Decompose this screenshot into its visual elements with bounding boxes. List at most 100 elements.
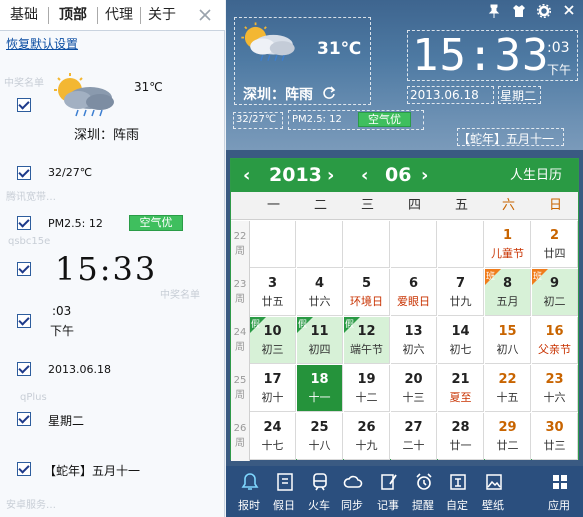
widget-lunar: 【蛇年】五月十一 bbox=[458, 132, 555, 146]
day-cell[interactable]: 22 十五 bbox=[485, 365, 531, 412]
date-label: 2013.06.18 bbox=[48, 363, 111, 376]
lunar-date-label: 十五 bbox=[496, 391, 519, 404]
day-cell[interactable]: 27 二十 bbox=[391, 413, 437, 460]
day-cell[interactable]: 4 廿六 bbox=[297, 269, 343, 316]
day-cell[interactable]: 18 十一 bbox=[297, 365, 343, 412]
lunar-date-label: 初八 bbox=[496, 343, 519, 356]
toolbar-button-3[interactable]: 火车 bbox=[302, 466, 336, 517]
tab-top[interactable]: 顶部 bbox=[49, 0, 97, 31]
day-cell[interactable]: 23 十六 bbox=[532, 365, 578, 412]
week-unit-label: 周 bbox=[235, 294, 245, 305]
day-cell[interactable]: 3 廿五 bbox=[250, 269, 296, 316]
desktop-ghost-label: qPlus bbox=[20, 392, 47, 403]
day-cell[interactable]: 5 环境日 bbox=[344, 269, 390, 316]
pm25-checkbox[interactable] bbox=[17, 216, 31, 230]
month-label[interactable]: 06 bbox=[385, 159, 411, 192]
clock-checkbox[interactable] bbox=[17, 262, 31, 276]
day-cell[interactable]: 21 夏至 bbox=[438, 365, 484, 412]
day-cell[interactable]: 1 儿童节 bbox=[485, 221, 531, 268]
toolbar-button-1[interactable]: 报时 bbox=[232, 466, 266, 517]
day-tag-label: 假 bbox=[298, 320, 308, 330]
day-cell[interactable]: 班 9 初二 bbox=[532, 269, 578, 316]
day-number: 24 bbox=[263, 420, 282, 435]
day-cell[interactable]: 班 8 五月 bbox=[485, 269, 531, 316]
week-number-value: 23 bbox=[233, 279, 247, 290]
month-calendar: ‹ 2013 › ‹ 06 › 人生日历 一 二 三 四 五 六 日 22 周 1 儿… bbox=[230, 158, 579, 461]
lunar-date-label: 十一 bbox=[308, 391, 331, 404]
weekday-header: 一 bbox=[266, 198, 280, 213]
toolbar-button-8[interactable]: 壁纸 bbox=[476, 466, 510, 517]
skin-icon[interactable] bbox=[511, 4, 527, 20]
day-cell[interactable]: 24 十七 bbox=[250, 413, 296, 460]
life-calendar-link[interactable]: 人生日历 bbox=[510, 159, 562, 192]
day-cell[interactable]: 25 十八 bbox=[297, 413, 343, 460]
lunar-date-label: 环境日 bbox=[350, 295, 383, 308]
restore-defaults-link[interactable]: 恢复默认设置 bbox=[6, 35, 78, 52]
seconds-checkbox[interactable] bbox=[17, 314, 31, 328]
close-icon[interactable] bbox=[196, 6, 214, 24]
wallpaper-icon bbox=[484, 472, 504, 492]
day-number: 16 bbox=[545, 324, 564, 339]
day-cell[interactable]: 13 初六 bbox=[391, 317, 437, 364]
day-number: 29 bbox=[498, 420, 517, 435]
day-cell[interactable]: 14 初七 bbox=[438, 317, 484, 364]
tab-proxy[interactable]: 代理 bbox=[98, 0, 140, 31]
toolbar-button-4[interactable]: 同步 bbox=[335, 466, 369, 517]
tab-basic[interactable]: 基础 bbox=[0, 0, 48, 31]
day-cell[interactable]: 6 爱眼日 bbox=[391, 269, 437, 316]
close-icon[interactable] bbox=[561, 4, 577, 20]
option-seconds-row: :03 下午 bbox=[0, 300, 225, 340]
day-number: 5 bbox=[361, 276, 372, 291]
weather-city-label: 深圳：阵雨 bbox=[74, 128, 140, 143]
weather-temp-label: 31℃ bbox=[134, 80, 163, 94]
toolbar-button-5[interactable]: 记事 bbox=[371, 466, 405, 517]
day-cell[interactable]: 16 父亲节 bbox=[532, 317, 578, 364]
prev-year-button[interactable]: ‹ bbox=[243, 159, 250, 192]
temp-range-checkbox[interactable] bbox=[17, 166, 31, 180]
prev-month-button[interactable]: ‹ bbox=[361, 159, 368, 192]
day-cell[interactable]: 2 廿四 bbox=[532, 221, 578, 268]
toolbar-button-label: 壁纸 bbox=[482, 499, 504, 512]
day-tag-label: 班 bbox=[486, 272, 496, 282]
next-year-button[interactable]: › bbox=[327, 159, 334, 192]
day-cell[interactable]: 假 12 端午节 bbox=[344, 317, 390, 364]
note-icon bbox=[379, 472, 399, 492]
day-cell[interactable]: 19 十二 bbox=[344, 365, 390, 412]
lunar-date-label: 廿五 bbox=[261, 295, 284, 308]
alarm-icon bbox=[414, 472, 434, 492]
day-cell[interactable]: 30 廿三 bbox=[532, 413, 578, 460]
refresh-icon[interactable] bbox=[322, 86, 336, 100]
day-cell[interactable]: 17 初十 bbox=[250, 365, 296, 412]
next-month-button[interactable]: › bbox=[421, 159, 428, 192]
year-label[interactable]: 2013 bbox=[269, 159, 322, 192]
lunar-date-label: 初十 bbox=[261, 391, 284, 404]
day-cell[interactable]: 20 十三 bbox=[391, 365, 437, 412]
day-cell[interactable]: 15 初八 bbox=[485, 317, 531, 364]
toolbar-button-7[interactable]: 自定 bbox=[440, 466, 474, 517]
toolbar-button-6[interactable]: 提醒 bbox=[406, 466, 440, 517]
day-cell[interactable]: 29 廿二 bbox=[485, 413, 531, 460]
weather-checkbox[interactable] bbox=[17, 98, 31, 112]
day-cell[interactable]: 26 十九 bbox=[344, 413, 390, 460]
lunar-date-label: 端午节 bbox=[350, 343, 383, 356]
lunar-checkbox[interactable] bbox=[17, 462, 31, 476]
day-cell[interactable]: 假 10 初三 bbox=[250, 317, 296, 364]
lunar-date-label: 初六 bbox=[402, 343, 425, 356]
empty-day-cell bbox=[297, 221, 343, 268]
gear-icon[interactable] bbox=[536, 3, 552, 20]
day-cell[interactable]: 假 11 初四 bbox=[297, 317, 343, 364]
toolbar-button-label: 自定 bbox=[446, 499, 468, 512]
weekday-header: 二 bbox=[313, 198, 327, 213]
tab-about[interactable]: 关于 bbox=[141, 0, 183, 31]
toolbar-button-9[interactable]: 应用 bbox=[542, 466, 576, 517]
day-number: 28 bbox=[451, 420, 470, 435]
date-checkbox[interactable] bbox=[17, 362, 31, 376]
toolbar-button-2[interactable]: 假日 bbox=[267, 466, 301, 517]
lunar-date-label: 廿六 bbox=[308, 295, 331, 308]
weekday-checkbox[interactable] bbox=[17, 412, 31, 426]
day-cell[interactable]: 28 廿一 bbox=[438, 413, 484, 460]
pin-icon[interactable] bbox=[486, 4, 502, 20]
widget-air-quality-badge: 空气优 bbox=[358, 112, 411, 127]
day-cell[interactable]: 7 廿九 bbox=[438, 269, 484, 316]
lunar-date-label: 二十 bbox=[402, 439, 425, 452]
